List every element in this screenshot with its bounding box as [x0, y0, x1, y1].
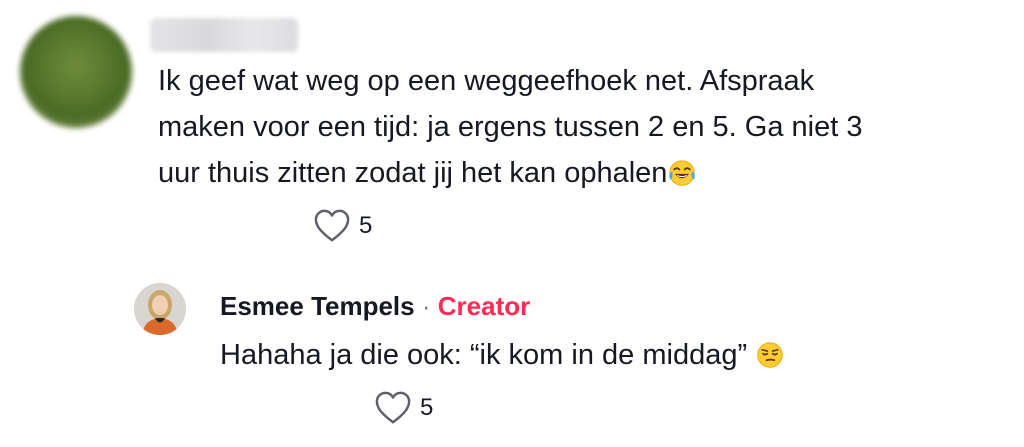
unamused-face-icon — [757, 342, 783, 368]
reply-header: Esmee Tempels · Creator — [220, 288, 530, 324]
reply-separator: · — [421, 291, 431, 321]
reply-like-count: 5 — [420, 394, 434, 421]
reply-author-name[interactable]: Esmee Tempels — [220, 291, 415, 321]
reply-like-button[interactable]: 5 — [374, 390, 433, 426]
comment-thread: Ik geef wat weg op een weggeefhoek net. … — [0, 0, 1024, 447]
heart-outline-icon[interactable] — [374, 390, 412, 426]
reply-text: Hahaha ja die ook: “ik kom in de middag” — [220, 339, 748, 371]
commenter-username-redacted[interactable] — [150, 18, 298, 52]
comment-body: Ik geef wat weg op een weggeefhoek net. … — [158, 58, 1018, 196]
heart-outline-icon[interactable] — [313, 208, 351, 244]
creator-badge: Creator — [437, 291, 531, 321]
face-with-tears-of-joy-icon — [669, 160, 696, 186]
creator-avatar[interactable] — [134, 283, 186, 335]
creator-avatar-image — [134, 283, 186, 335]
comment-line-2: maken voor een tijd: ja ergens tussen 2 … — [158, 111, 863, 143]
comment-line-1: Ik geef wat weg op een weggeefhoek net. … — [158, 65, 815, 97]
comment-like-count: 5 — [359, 212, 373, 239]
comment-line-3: uur thuis zitten zodat jij het kan ophal… — [158, 157, 668, 189]
commenter-avatar[interactable] — [20, 16, 132, 128]
reply-body: Hahaha ja die ook: “ik kom in de middag” — [220, 333, 784, 377]
comment-like-button[interactable]: 5 — [313, 208, 372, 244]
